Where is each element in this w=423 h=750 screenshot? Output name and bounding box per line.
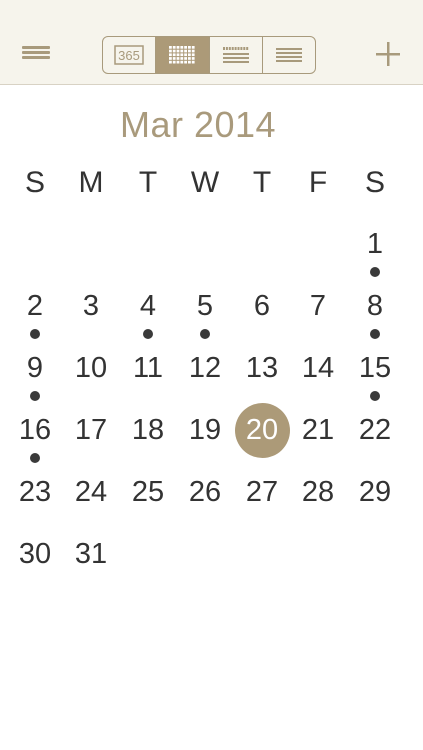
week-grid-icon	[222, 47, 249, 63]
day-number: 12	[188, 352, 222, 384]
event-indicator-dot	[30, 329, 40, 339]
day-cell[interactable]: 13	[234, 340, 290, 396]
toolbar: 365	[0, 0, 423, 85]
day-cell[interactable]: 14	[290, 340, 346, 396]
day-cell[interactable]: 23	[7, 464, 63, 520]
day-cell[interactable]: 30	[7, 526, 63, 582]
day-number: 16	[18, 414, 52, 446]
day-cell[interactable]: 18	[120, 402, 176, 458]
day-number: 14	[301, 352, 335, 384]
week-view-button[interactable]	[210, 37, 263, 73]
add-event-button[interactable]	[368, 34, 408, 74]
view-mode-selector: 365	[102, 36, 316, 74]
day-number: 27	[245, 476, 279, 508]
year-view-button[interactable]: 365	[103, 37, 157, 73]
year-365-icon: 365	[114, 45, 144, 65]
day-number: 6	[253, 290, 271, 322]
day-cell[interactable]: 31	[63, 526, 119, 582]
day-cell[interactable]: 21	[290, 402, 346, 458]
day-cell[interactable]: 8	[347, 278, 403, 334]
day-number: 5	[196, 290, 214, 322]
day-cell[interactable]: 16	[7, 402, 63, 458]
event-indicator-dot	[30, 453, 40, 463]
day-number: 15	[358, 352, 392, 384]
day-cell[interactable]: 1	[347, 216, 403, 272]
day-number: 30	[18, 538, 52, 570]
day-cell[interactable]: 15	[347, 340, 403, 396]
event-indicator-dot	[370, 267, 380, 277]
day-number: 19	[188, 414, 222, 446]
day-number: 21	[301, 414, 335, 446]
day-cell[interactable]: 10	[63, 340, 119, 396]
day-cell[interactable]: 29	[347, 464, 403, 520]
day-cell[interactable]: 22	[347, 402, 403, 458]
weekday-label: W	[190, 166, 220, 199]
month-title: Mar 2014	[119, 104, 277, 145]
day-cell[interactable]: 9	[7, 340, 63, 396]
day-cell[interactable]: 5	[177, 278, 233, 334]
day-number: 26	[188, 476, 222, 508]
day-cell[interactable]: 26	[177, 464, 233, 520]
day-cell[interactable]: 25	[120, 464, 176, 520]
day-cell[interactable]: 4	[120, 278, 176, 334]
day-number: 3	[82, 290, 100, 322]
month-view-button[interactable]	[156, 37, 210, 73]
today-cell[interactable]: 20	[234, 402, 290, 458]
day-number: 9	[26, 352, 44, 384]
day-number: 20	[245, 414, 279, 446]
day-cell[interactable]: 28	[290, 464, 346, 520]
event-indicator-dot	[370, 391, 380, 401]
day-number: 23	[18, 476, 52, 508]
menu-button[interactable]	[16, 38, 56, 68]
list-icon	[275, 48, 302, 62]
day-cell[interactable]: 2	[7, 278, 63, 334]
event-indicator-dot	[30, 391, 40, 401]
day-cell[interactable]: 17	[63, 402, 119, 458]
day-number: 7	[309, 290, 327, 322]
day-cell[interactable]: 3	[63, 278, 119, 334]
event-indicator-dot	[200, 329, 210, 339]
day-cell[interactable]: 12	[177, 340, 233, 396]
day-cell[interactable]: 11	[120, 340, 176, 396]
weekday-label: F	[308, 166, 328, 199]
list-view-button[interactable]	[263, 37, 315, 73]
weekday-label: T	[138, 166, 158, 199]
day-number: 29	[358, 476, 392, 508]
day-number: 31	[74, 538, 108, 570]
day-number: 10	[74, 352, 108, 384]
weekday-label: S	[364, 166, 385, 199]
day-cell[interactable]: 7	[290, 278, 346, 334]
month-grid-icon	[169, 46, 195, 64]
weekday-label: T	[252, 166, 272, 199]
day-number: 8	[366, 290, 384, 322]
weekday-label: S	[24, 166, 45, 199]
day-number: 1	[366, 228, 384, 260]
day-number: 11	[132, 352, 164, 384]
day-number: 4	[139, 290, 157, 322]
event-indicator-dot	[143, 329, 153, 339]
day-number: 13	[245, 352, 279, 384]
day-number: 25	[131, 476, 165, 508]
year-view-label: 365	[118, 48, 140, 63]
day-cell[interactable]: 19	[177, 402, 233, 458]
day-number: 22	[358, 414, 392, 446]
day-cell[interactable]: 24	[63, 464, 119, 520]
day-cell[interactable]: 6	[234, 278, 290, 334]
day-number: 24	[74, 476, 108, 508]
day-number: 17	[74, 414, 108, 446]
day-number: 2	[26, 290, 44, 322]
day-cell[interactable]: 27	[234, 464, 290, 520]
event-indicator-dot	[370, 329, 380, 339]
weekday-label: M	[78, 166, 104, 199]
plus-icon	[376, 42, 400, 66]
day-number: 28	[301, 476, 335, 508]
day-number: 18	[131, 414, 165, 446]
